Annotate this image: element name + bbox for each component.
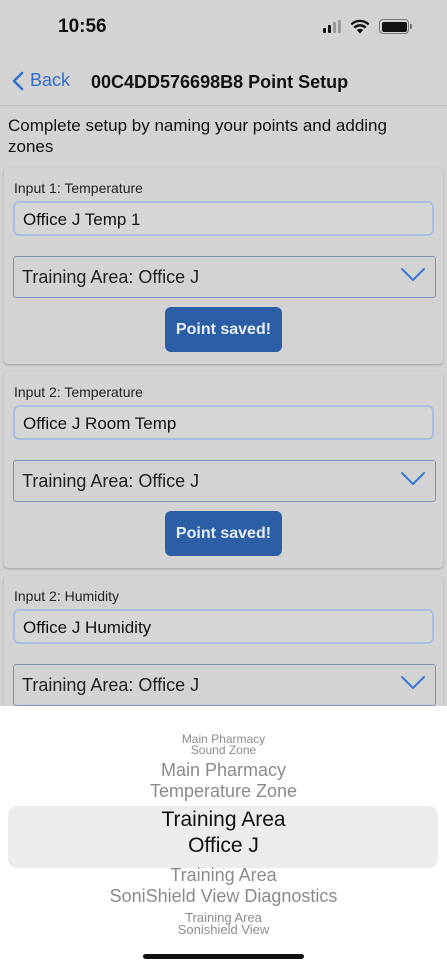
point-label: Input 1: Temperature [14,180,143,196]
picker-option-line2: Office J [188,834,259,857]
zone-picker-wheel[interactable]: Main Pharmacy Sound Zone Main Pharmacy T… [0,706,447,968]
picker-option[interactable]: Main Pharmacy Temperature Zone [0,760,447,802]
point-label: Input 2: Temperature [14,384,143,400]
zone-select[interactable]: Training Area: Office J [13,664,436,706]
zone-select-value: Training Area: Office J [22,675,200,695]
picker-option[interactable]: Main Pharmacy Sound Zone [0,733,447,757]
zone-select-value: Training Area: Office J [22,267,200,287]
nav-divider [0,105,447,106]
status-bar: 10:56 [0,0,447,56]
battery-icon [379,19,412,34]
intro-text: Complete setup by naming your points and… [8,116,387,156]
back-button[interactable]: Back [12,70,70,91]
zone-select-value: Training Area: Office J [22,471,200,491]
wifi-icon [350,19,370,34]
picker-option[interactable]: Training Area Sonishield View [0,911,447,937]
chevron-left-icon [12,71,24,90]
picker-option-line2: Sonishield View [177,922,270,937]
status-icons [323,19,412,34]
point-card-3: Input 2: Humidity Office J Humidity Trai… [4,576,443,706]
point-name-input[interactable]: Office J Room Temp [13,405,434,440]
point-card-1: Input 1: Temperature Office J Temp 1 Tra… [4,168,443,364]
chevron-down-icon [401,268,425,281]
navigation-bar: Back 00C4DD576698B8 Point Setup [0,56,447,106]
chevron-down-icon [401,472,425,485]
cellular-signal-icon [323,20,341,33]
home-indicator [143,954,304,959]
page-title: 00C4DD576698B8 Point Setup [91,72,349,92]
point-saved-button[interactable]: Point saved! [165,511,282,556]
picker-option-line2: SoniShield View Diagnostics [109,886,338,906]
chevron-down-icon [401,676,425,689]
picker-option-line1: Training Area [170,865,277,885]
picker-option-line1: Training Area [161,808,286,831]
status-time: 10:56 [58,16,107,37]
picker-option[interactable]: Training Area SoniShield View Diagnostic… [0,865,447,907]
point-name-input[interactable]: Office J Temp 1 [13,201,434,236]
picker-option-line2: Temperature Zone [149,781,298,801]
picker-option-selected[interactable]: Training Area Office J [0,807,447,859]
zone-select[interactable]: Training Area: Office J [13,256,436,298]
picker-option-line2: Sound Zone [190,743,257,757]
point-saved-button[interactable]: Point saved! [165,307,282,352]
point-setup-screen: 10:56 Back 00C4DD576698B8 Point Setup Co… [0,0,447,706]
back-label: Back [30,70,71,90]
picker-option-line1: Main Pharmacy [160,760,287,780]
point-name-input[interactable]: Office J Humidity [13,609,434,644]
point-card-2: Input 2: Temperature Office J Room Temp … [4,372,443,568]
zone-select[interactable]: Training Area: Office J [13,460,436,502]
point-label: Input 2: Humidity [14,588,120,604]
